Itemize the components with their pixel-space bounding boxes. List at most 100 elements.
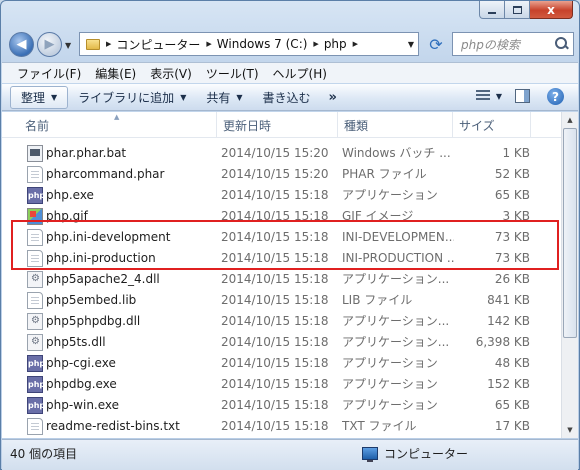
- file-name: phpdbg.exe: [46, 377, 117, 391]
- file-type: アプリケーション...: [342, 272, 450, 286]
- scroll-thumb[interactable]: [563, 128, 577, 338]
- exe-file-icon: php: [27, 397, 45, 414]
- search-input[interactable]: phpの検索: [452, 32, 574, 56]
- menu-help[interactable]: ヘルプ(H): [266, 65, 334, 82]
- menu-view[interactable]: 表示(V): [143, 65, 199, 82]
- file-size: 26 KB: [494, 272, 530, 286]
- file-size: 6,398 KB: [475, 335, 530, 349]
- file-type: アプリケーション: [342, 188, 438, 202]
- status-bar: 40 個の項目 コンピューター: [2, 439, 578, 470]
- share-button[interactable]: 共有 ▼: [196, 86, 252, 109]
- refresh-icon: ⟳: [429, 34, 443, 54]
- scroll-up-icon[interactable]: ▲: [562, 112, 578, 128]
- maximize-icon: [512, 5, 522, 14]
- preview-pane-icon[interactable]: [515, 89, 530, 103]
- file-type: アプリケーション: [342, 377, 438, 391]
- file-row[interactable]: php5ts.dll 2014/10/15 15:18 アプリケーション... 6,3…: [2, 332, 563, 353]
- chevron-down-icon[interactable]: ▼: [496, 92, 502, 101]
- menu-edit[interactable]: 編集(E): [88, 65, 143, 82]
- file-size: 17 KB: [494, 419, 530, 433]
- file-size: 48 KB: [494, 356, 530, 370]
- doc-file-icon: [27, 292, 43, 309]
- burn-button[interactable]: 書き込む: [253, 86, 321, 109]
- burn-label: 書き込む: [262, 90, 311, 105]
- address-bar[interactable]: ▶ コンピューター ▶ Windows 7 (C:) ▶ php ▶ ▼: [79, 32, 419, 56]
- file-date: 2014/10/15 15:18: [221, 356, 329, 370]
- forward-button[interactable]: ▶: [37, 32, 62, 57]
- share-label: 共有: [206, 90, 231, 105]
- chevron-down-icon: ▼: [180, 92, 187, 102]
- status-location-label: コンピューター: [384, 447, 469, 461]
- add-to-library-label: ライブラリに追加: [78, 90, 175, 105]
- column-name[interactable]: 名前: [19, 112, 217, 138]
- minimize-icon: [488, 11, 496, 14]
- help-icon[interactable]: ?: [547, 88, 564, 105]
- explorer-window: x ◀ ▶ ▼ ▶ コンピューター ▶ Windows 7 (C:) ▶ php…: [0, 0, 580, 470]
- file-row[interactable]: readme-redist-bins.txt 2014/10/15 15:18 TX…: [2, 416, 563, 437]
- file-date: 2014/10/15 15:18: [221, 188, 329, 202]
- file-name: php5apache2_4.dll: [46, 272, 160, 286]
- exe-file-icon: php: [27, 355, 45, 372]
- computer-icon: [362, 447, 378, 462]
- add-to-library-button[interactable]: ライブラリに追加 ▼: [68, 86, 196, 109]
- breadcrumb-php[interactable]: php: [324, 37, 347, 51]
- exe-file-icon: php: [27, 187, 45, 204]
- file-size: 52 KB: [494, 167, 530, 181]
- address-dropdown[interactable]: ▼: [404, 40, 418, 49]
- file-name: php-win.exe: [46, 398, 120, 412]
- file-date: 2014/10/15 15:20: [221, 146, 329, 160]
- file-date: 2014/10/15 15:18: [221, 377, 329, 391]
- back-button[interactable]: ◀: [9, 32, 34, 57]
- navigation-bar: ◀ ▶ ▼ ▶ コンピューター ▶ Windows 7 (C:) ▶ php ▶…: [9, 31, 574, 59]
- chevron-right-icon[interactable]: ▶: [106, 40, 111, 48]
- file-row[interactable]: php phpdbg.exe 2014/10/15 15:18 アプリケーション 152…: [2, 374, 563, 395]
- chevron-right-icon[interactable]: ▶: [313, 40, 318, 48]
- file-row[interactable]: php5embed.lib 2014/10/15 15:18 LIB ファイル 841…: [2, 290, 563, 311]
- arrow-left-icon: ◀: [16, 37, 27, 52]
- folder-icon: [86, 38, 100, 50]
- breadcrumb-drive[interactable]: Windows 7 (C:): [217, 37, 308, 51]
- file-row[interactable]: php php.exe 2014/10/15 15:18 アプリケーション 65 KB: [2, 185, 563, 206]
- file-row[interactable]: phar.phar.bat 2014/10/15 15:20 Windows バッチ…: [2, 143, 563, 164]
- close-icon: x: [547, 2, 555, 17]
- maximize-button[interactable]: [505, 1, 530, 19]
- file-row[interactable]: php php-cgi.exe 2014/10/15 15:18 アプリケーション 48…: [2, 353, 563, 374]
- menu-tools[interactable]: ツール(T): [199, 65, 266, 82]
- file-size: 65 KB: [494, 398, 530, 412]
- chevron-down-icon: ▼: [51, 92, 58, 102]
- file-row[interactable]: php5phpdbg.dll 2014/10/15 15:18 アプリケーション..…: [2, 311, 563, 332]
- recent-pages-dropdown[interactable]: ▼: [65, 41, 71, 50]
- file-row[interactable]: php5apache2_4.dll 2014/10/15 15:18 アプリケーショ…: [2, 269, 563, 290]
- more-commands-button[interactable]: »: [321, 90, 345, 105]
- exe-file-icon: php: [27, 376, 45, 393]
- file-name: php5phpdbg.dll: [46, 314, 141, 328]
- file-type: Windows バッチ ...: [342, 146, 451, 160]
- column-date[interactable]: 更新日時: [217, 112, 338, 138]
- breadcrumb-computer[interactable]: コンピューター: [116, 36, 200, 53]
- scroll-down-icon[interactable]: ▼: [562, 422, 578, 438]
- search-icon[interactable]: [555, 37, 569, 51]
- view-options-icon[interactable]: [476, 90, 490, 102]
- file-size: 142 KB: [487, 314, 530, 328]
- minimize-button[interactable]: [479, 1, 505, 19]
- status-location: コンピューター: [362, 445, 468, 462]
- menu-file[interactable]: ファイル(F): [10, 65, 88, 82]
- chevron-right-icon[interactable]: ▶: [353, 40, 358, 48]
- file-date: 2014/10/15 15:18: [221, 272, 329, 286]
- file-type: TXT ファイル: [342, 419, 417, 433]
- file-row[interactable]: pharcommand.phar 2014/10/15 15:20 PHAR ファイ…: [2, 164, 563, 185]
- file-row[interactable]: php php-win.exe 2014/10/15 15:18 アプリケーション 65…: [2, 395, 563, 416]
- refresh-button[interactable]: ⟳: [423, 32, 449, 56]
- file-size: 1 KB: [502, 146, 530, 160]
- column-size[interactable]: サイズ: [453, 112, 531, 138]
- vertical-scrollbar[interactable]: ▲ ▼: [561, 112, 578, 438]
- column-header: ▲ 名前 更新日時 種類 サイズ: [2, 112, 563, 138]
- doc-file-icon: [27, 166, 43, 183]
- organize-button[interactable]: 整理 ▼: [10, 85, 69, 109]
- dll-file-icon: [27, 334, 43, 351]
- column-type[interactable]: 種類: [338, 112, 453, 138]
- close-button[interactable]: x: [530, 1, 573, 19]
- chevron-right-icon[interactable]: ▶: [206, 40, 211, 48]
- file-date: 2014/10/15 15:18: [221, 419, 329, 433]
- file-size: 841 KB: [487, 293, 530, 307]
